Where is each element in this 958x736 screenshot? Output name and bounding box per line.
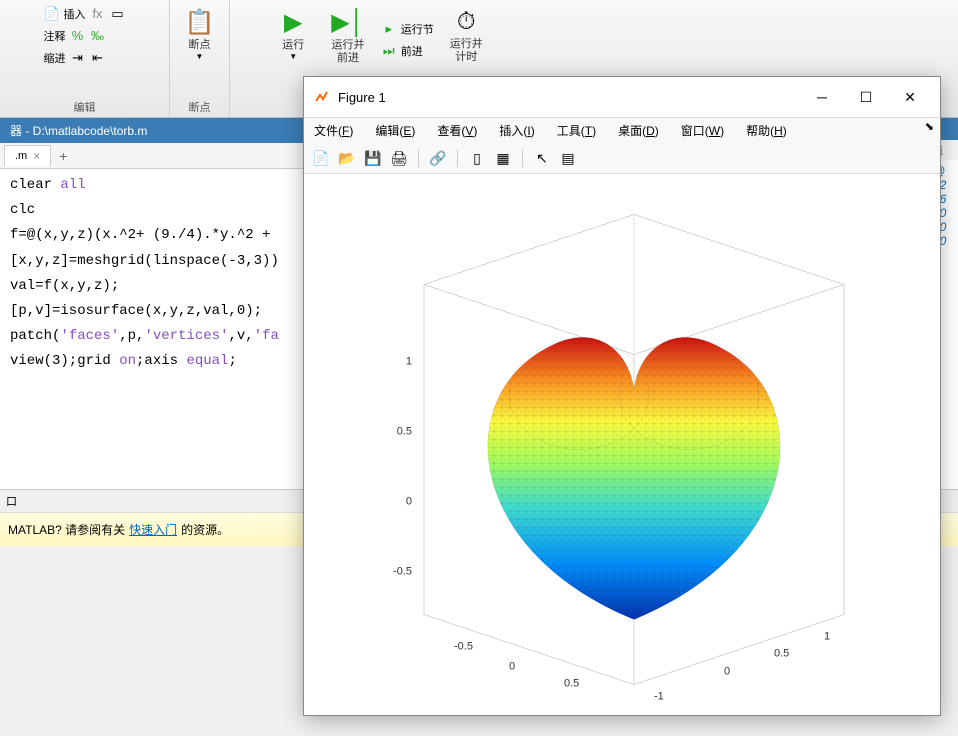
legend-button[interactable]: ▦ [492,147,514,169]
advance-label: 前进 [401,43,423,59]
run-section-label: 运行节 [401,21,434,37]
breakpoints-section-label: 断点 [170,99,229,115]
figure-toolbar: 📄 📂 💾 🖨 🔗 ▯ ▦ ↖ ▤ [304,143,940,174]
insert-label: 插入 [64,6,86,22]
svg-text:0.5: 0.5 [774,648,789,660]
toolbar-separator [418,149,419,167]
run-time-label: 运行并 计时 [450,38,483,64]
menu-help[interactable]: 帮助(H) [742,120,791,141]
maximize-button[interactable]: ☐ [846,83,886,111]
insert-button[interactable]: 📄 插入 fx ▭ [40,4,130,24]
svg-text:-0.5: -0.5 [454,641,473,653]
breakpoints-label: 断点 [189,39,211,52]
play-icon: ▶ [284,8,302,37]
run-label: 运行 [282,39,304,52]
play-advance-icon: ▶│ [331,8,364,37]
indent-button[interactable]: 缩进 ⇥ ⇤ [40,48,130,68]
svg-text:1: 1 [824,631,830,643]
figure-menubar: 文件(F) 编辑(E) 查看(V) 插入(I) 工具(T) 桌面(D) 窗口(W… [304,118,940,143]
menu-overflow-icon[interactable]: ⬊ [925,120,934,133]
edit-section-label: 编辑 [0,99,169,115]
figure-title: Figure 1 [338,90,802,105]
toolbar-separator [522,149,523,167]
comment-label: 注释 [44,28,66,44]
chevron-down-icon: ▼ [289,52,297,61]
svg-text:-0.5: -0.5 [393,566,412,578]
ribbon-breakpoints-section: 📋 断点 ▼ 断点 [170,0,230,117]
timer-icon: ⏱ [457,8,476,36]
figure-axes[interactable]: -0.5 0 0.5 1 -0.5 0 0.5 -1 0 0.5 1 [304,174,940,715]
section-icon: ▭ [110,6,126,22]
outdent-icon: ⇤ [90,50,106,66]
new-figure-button[interactable]: 📄 [310,147,332,169]
svg-text:-1: -1 [654,691,664,703]
menu-window[interactable]: 窗口(W) [677,120,728,141]
advance-icon: ⏭ [381,43,397,59]
minimize-button[interactable]: ─ [802,83,842,111]
run-advance-label: 运行并 前进 [332,39,365,65]
svg-text:0.5: 0.5 [564,678,579,690]
menu-view[interactable]: 查看(V) [433,120,481,141]
svg-text:1: 1 [406,356,412,368]
comment-pct-icon: % [70,28,86,44]
toolbar-separator [457,149,458,167]
x-axis-ticks: -0.5 0 0.5 [454,641,579,690]
indent-icon: ⇥ [70,50,86,66]
print-button[interactable]: 🖨 [388,147,410,169]
cmd-suffix: 的资源。 [181,521,229,538]
editor-tab[interactable]: .m × [4,145,51,166]
svg-text:0: 0 [509,661,515,673]
open-button[interactable]: 📂 [336,147,358,169]
breakpoint-icon: 📋 [185,8,215,37]
menu-insert[interactable]: 插入(I) [495,120,538,141]
z-axis-ticks: -0.5 0 0.5 1 [393,356,412,578]
run-advance-button[interactable]: ▶│ 运行并 前进 [321,4,374,76]
fx-icon: fx [90,6,106,22]
advance-button[interactable]: ⏭ 前进 [377,41,438,61]
run-section-button[interactable]: ▸ 运行节 [377,19,438,39]
y-axis-ticks: -1 0 0.5 1 [654,631,830,703]
close-button[interactable]: ✕ [890,83,930,111]
matlab-icon [314,89,330,105]
edit-plot-button[interactable]: ▤ [557,147,579,169]
colorbar-button[interactable]: ▯ [466,147,488,169]
menu-file[interactable]: 文件(F) [310,120,357,141]
run-time-button[interactable]: ⏱ 运行并 计时 [440,4,493,76]
svg-text:0: 0 [724,666,730,678]
menu-edit[interactable]: 编辑(E) [371,120,419,141]
pointer-button[interactable]: ↖ [531,147,553,169]
ribbon-edit-section: 📄 插入 fx ▭ 注释 % ‰ 缩进 ⇥ ⇤ 编辑 [0,0,170,117]
uncomment-icon: ‰ [90,28,106,44]
indent-label: 缩进 [44,50,66,66]
breakpoints-button[interactable]: 📋 断点 ▼ [174,4,226,65]
figure-titlebar[interactable]: Figure 1 ─ ☐ ✕ [304,77,940,118]
figure-window: Figure 1 ─ ☐ ✕ 文件(F) 编辑(E) 查看(V) 插入(I) 工… [303,76,941,716]
cmd-prefix: MATLAB? 请参阅有关 [8,521,125,538]
editor-path: 器 - D:\matlabcode\torb.m [10,124,147,138]
menu-desktop[interactable]: 桌面(D) [614,120,663,141]
run-button[interactable]: ▶ 运行 ▼ [267,4,319,76]
save-button[interactable]: 💾 [362,147,384,169]
svg-text:0: 0 [406,496,412,508]
comment-button[interactable]: 注释 % ‰ [40,26,130,46]
chevron-down-icon: ▼ [196,52,204,61]
run-section-icon: ▸ [381,21,397,37]
tab-label: .m [15,150,27,162]
tab-add-button[interactable]: + [51,146,75,166]
cmd-icon-label: 口 [6,496,17,508]
svg-text:0.5: 0.5 [397,426,412,438]
menu-tools[interactable]: 工具(T) [553,120,600,141]
tab-close-icon[interactable]: × [33,149,40,163]
insert-icon: 📄 [44,6,60,22]
quickstart-link[interactable]: 快速入门 [129,521,177,538]
link-button[interactable]: 🔗 [427,147,449,169]
